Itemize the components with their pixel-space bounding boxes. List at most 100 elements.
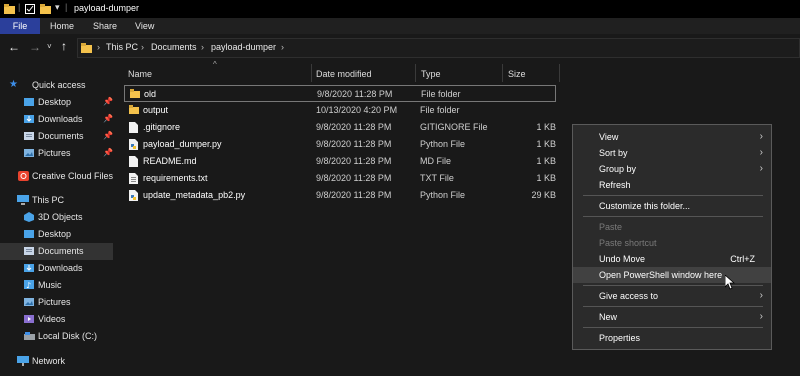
column-divider[interactable] xyxy=(502,64,503,82)
file-date: 9/8/2020 11:28 PM xyxy=(317,89,393,99)
recent-locations-chevron-icon[interactable]: ˅ xyxy=(47,42,52,51)
file-date: 9/8/2020 11:28 PM xyxy=(316,190,392,200)
breadcrumb-this-pc[interactable]: This PC xyxy=(106,42,138,52)
sidebar-item-documents-pc[interactable]: Documents xyxy=(0,243,113,260)
menu-item-open-powershell[interactable]: Open PowerShell window here xyxy=(573,267,771,283)
forward-arrow-icon[interactable]: → xyxy=(29,40,41,54)
pictures-folder-icon xyxy=(24,298,34,306)
sidebar-item-creative-cloud-files[interactable]: Creative Cloud Files xyxy=(0,168,113,185)
context-menu: View › Sort by › Group by › Refresh Cust… xyxy=(572,124,772,350)
file-type: File folder xyxy=(421,89,461,99)
table-row[interactable]: old 9/8/2020 11:28 PM File folder xyxy=(124,85,556,102)
menu-item-sort-by[interactable]: Sort by › xyxy=(573,145,771,161)
ribbon: File Home Share View xyxy=(0,18,800,34)
menu-item-give-access-to[interactable]: Give access to › xyxy=(573,288,771,304)
menu-item-view[interactable]: View › xyxy=(573,129,771,145)
column-divider[interactable] xyxy=(415,64,416,82)
file-size: 1 KB xyxy=(536,173,556,183)
file-name: .gitignore xyxy=(143,122,181,132)
sidebar-item-downloads[interactable]: Downloads 📌 xyxy=(0,111,113,128)
chevron-right-icon: › xyxy=(759,131,763,142)
menu-separator xyxy=(583,327,763,328)
sidebar-item-documents[interactable]: Documents 📌 xyxy=(0,128,113,145)
sidebar-item-label: Downloads xyxy=(38,114,83,124)
sidebar-item-local-disk[interactable]: Local Disk (C:) xyxy=(0,328,113,345)
chevron-right-icon: › xyxy=(759,311,763,322)
file-date: 9/8/2020 11:28 PM xyxy=(316,139,392,149)
tab-file[interactable]: File xyxy=(0,18,40,34)
breadcrumb-separator-icon[interactable]: › xyxy=(141,42,144,52)
file-name: requirements.txt xyxy=(143,173,208,183)
menu-item-paste-shortcut[interactable]: Paste shortcut xyxy=(573,235,771,251)
customize-quick-access-icon[interactable]: ▾ xyxy=(55,2,60,13)
sidebar-item-this-pc[interactable]: This PC xyxy=(0,192,113,209)
file-name: payload_dumper.py xyxy=(143,139,222,149)
file-size: 1 KB xyxy=(536,139,556,149)
sidebar-item-pictures-pc[interactable]: Pictures xyxy=(0,294,113,311)
table-row[interactable]: update_metadata_pb2.py 9/8/2020 11:28 PM… xyxy=(124,187,556,204)
sidebar-item-music[interactable]: ♪ Music xyxy=(0,277,113,294)
pin-icon: 📌 xyxy=(103,148,113,157)
breadcrumb-separator-icon[interactable]: › xyxy=(201,42,204,52)
menu-item-customize-folder[interactable]: Customize this folder... xyxy=(573,198,771,214)
menu-item-new[interactable]: New › xyxy=(573,309,771,325)
file-name: update_metadata_pb2.py xyxy=(143,190,246,200)
file-size: 1 KB xyxy=(536,122,556,132)
table-row[interactable]: README.md 9/8/2020 11:28 PM MD File 1 KB xyxy=(124,153,556,170)
menu-item-properties[interactable]: Properties xyxy=(573,330,771,346)
new-folder-icon[interactable] xyxy=(40,4,51,14)
sidebar-item-videos[interactable]: Videos xyxy=(0,311,113,328)
column-divider[interactable] xyxy=(559,64,560,82)
menu-item-label: Sort by xyxy=(599,148,628,158)
table-row[interactable]: requirements.txt 9/8/2020 11:28 PM TXT F… xyxy=(124,170,556,187)
menu-item-undo-move[interactable]: Undo Move Ctrl+Z xyxy=(573,251,771,267)
python-file-icon xyxy=(129,139,138,150)
file-type: Python File xyxy=(420,190,466,200)
breadcrumb-payload-dumper[interactable]: payload-dumper xyxy=(211,42,276,52)
chevron-right-icon: › xyxy=(759,290,763,301)
menu-separator xyxy=(583,195,763,196)
column-divider[interactable] xyxy=(311,64,312,82)
desktop-folder-icon xyxy=(24,98,34,106)
menu-item-group-by[interactable]: Group by › xyxy=(573,161,771,177)
sidebar-item-desktop[interactable]: Desktop 📌 xyxy=(0,94,113,111)
menu-item-label: View xyxy=(599,132,619,142)
sidebar-item-downloads-pc[interactable]: Downloads xyxy=(0,260,113,277)
pin-icon: 📌 xyxy=(103,131,113,140)
file-name: README.md xyxy=(143,156,197,166)
sidebar-item-label: Desktop xyxy=(38,229,72,239)
table-row[interactable]: payload_dumper.py 9/8/2020 11:28 PM Pyth… xyxy=(124,136,556,153)
file-date: 9/8/2020 11:28 PM xyxy=(316,122,392,132)
sidebar-item-network[interactable]: Network xyxy=(0,353,113,370)
tab-share[interactable]: Share xyxy=(93,18,117,34)
tab-home[interactable]: Home xyxy=(50,18,74,34)
svg-text:♪: ♪ xyxy=(26,281,31,290)
sidebar-item-desktop-pc[interactable]: Desktop xyxy=(0,226,113,243)
documents-folder-icon xyxy=(24,247,34,255)
menu-item-label: Group by xyxy=(599,164,637,174)
menu-item-refresh[interactable]: Refresh xyxy=(573,177,771,193)
breadcrumb-separator-icon[interactable]: › xyxy=(97,42,100,52)
up-arrow-icon[interactable]: ↑ xyxy=(61,39,67,53)
computer-icon xyxy=(17,195,29,205)
sidebar-item-label: Network xyxy=(32,356,66,366)
file-icon xyxy=(129,156,138,167)
sidebar-item-label: Documents xyxy=(38,246,84,256)
properties-icon[interactable] xyxy=(25,4,35,14)
table-row[interactable]: .gitignore 9/8/2020 11:28 PM GITIGNORE F… xyxy=(124,119,556,136)
table-row[interactable]: output 10/13/2020 4:20 PM File folder xyxy=(124,102,556,119)
sidebar-item-quick-access[interactable]: ★ Quick access xyxy=(0,77,113,94)
menu-item-label: Properties xyxy=(599,333,641,343)
sidebar-item-pictures[interactable]: Pictures 📌 xyxy=(0,145,113,162)
menu-item-paste[interactable]: Paste xyxy=(573,219,771,235)
tab-view[interactable]: View xyxy=(135,18,154,34)
sidebar-item-label: Videos xyxy=(38,314,66,324)
breadcrumb-separator-icon[interactable]: › xyxy=(281,42,284,52)
title-bar: | ▾ | payload-dumper xyxy=(0,0,800,18)
downloads-folder-icon xyxy=(24,264,34,272)
back-arrow-icon[interactable]: ← xyxy=(8,40,20,54)
mouse-cursor-icon xyxy=(725,275,735,290)
sidebar-item-3d-objects[interactable]: 3D Objects xyxy=(0,209,113,226)
file-name: output xyxy=(143,105,169,115)
breadcrumb-documents[interactable]: Documents xyxy=(151,42,197,52)
